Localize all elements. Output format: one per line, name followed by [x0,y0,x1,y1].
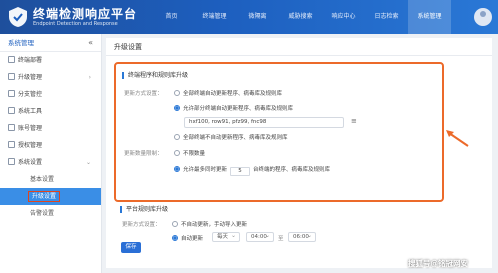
option-partial-auto[interactable]: 允许部分终端自动更新程序、病毒库及规则库 [174,104,293,112]
shield-logo-icon [9,7,27,27]
update-limit-label: 更新数量限制： [124,151,163,157]
upgrade-icon [8,73,15,80]
sidebar-item-label: 授权管理 [18,142,43,149]
chevron-right-icon: › [88,74,91,81]
sidebar-item-upgrade[interactable]: 升级管理 › [0,69,101,86]
app-title: 终端检测响应平台 [33,7,138,21]
annotation-arrow-icon [446,130,469,147]
start-time-select[interactable]: 04:00 [246,232,274,242]
radio-button[interactable] [172,221,178,227]
save-button[interactable]: 保存 [121,242,141,253]
sidebar-item-license[interactable]: 授权管理 [0,137,101,154]
option-all-auto[interactable]: 全部终端自动更新程序、病毒库及规则库 [174,89,282,97]
sidebar-item-label: 系统设置 [18,159,43,166]
option-manual-import[interactable]: 不自动更新，手动导入更新 [172,220,247,228]
section-title: 平台规则库升级 [120,206,168,213]
main-content: 升级设置 终端程序和规则库升级 更新方式设置： 全部终端自动更新程序、病毒库及规… [106,38,492,268]
nav-system-management[interactable]: 系统管理 [408,0,451,34]
radio-button[interactable] [174,134,180,140]
concurrency-input[interactable]: 5 [230,167,251,176]
sidebar-item-deploy[interactable]: 终端部署 [0,52,101,69]
app-subtitle: Endpoint Detection and Response [33,21,118,27]
endpoint-upgrade-panel: 终端程序和规则库升级 更新方式设置： 全部终端自动更新程序、病毒库及规则库 允许… [114,62,444,202]
settings-icon [8,158,15,165]
nav-threat-hunting[interactable]: 威胁搜索 [279,0,322,34]
radio-button-selected[interactable] [174,105,180,111]
top-nav: 首页 终端管理 微隔离 威胁搜索 响应中心 日志检索 系统管理 [150,0,451,34]
end-time-select[interactable]: 06:00 [288,232,316,242]
chevron-down-icon: ⌄ [85,159,91,166]
nav-endpoint-management[interactable]: 终端管理 [193,0,236,34]
watermark: 搜狐号@铭冠网安 [408,259,468,268]
sidebar-subitem-alert-settings[interactable]: 告警设置 [0,205,101,222]
sidebar-item-tools[interactable]: 系统工具 [0,103,101,120]
sidebar-subitem-basic-settings[interactable]: 基本设置 [0,171,101,188]
branch-icon [8,90,15,97]
sidebar: 系统管理 « 终端部署 升级管理 › 分支管控 系统工具 账号管理 授权管理 系… [0,34,102,273]
option-label: 全部终端自动更新程序、病毒库及规则库 [183,91,283,97]
sidebar-item-label: 账号管理 [18,125,43,132]
option-label: 允许部分终端自动更新程序、病毒库及规则库 [183,106,294,112]
nav-micro-isolation[interactable]: 微隔离 [236,0,279,34]
tools-icon [8,107,15,114]
collapse-sidebar-icon[interactable]: « [88,34,93,52]
license-icon [8,141,15,148]
radio-button[interactable] [174,150,180,156]
nav-response-center[interactable]: 响应中心 [322,0,365,34]
option-label: 允许最多同时更新 [183,167,228,173]
option-label: 不自动更新，手动导入更新 [181,222,248,228]
update-mode-label: 更新方式设置： [124,91,163,97]
sidebar-header: 系统管理 « [0,34,101,52]
endpoint-group-field[interactable]: hxf100, row91, pfz99, fnc98 [184,117,344,128]
radio-button-selected[interactable] [172,235,178,241]
nav-log-search[interactable]: 日志检索 [365,0,408,34]
option-unlimited[interactable]: 不限数量 [174,149,205,157]
sidebar-subitem-label: 升级设置 [27,191,61,202]
sidebar-item-account[interactable]: 账号管理 [0,120,101,137]
list-select-icon[interactable]: ≡ [351,117,357,125]
nav-home[interactable]: 首页 [150,0,193,34]
radio-button-selected[interactable] [174,166,180,172]
sidebar-item-label: 系统工具 [18,108,43,115]
sidebar-item-label: 分支管控 [18,91,43,98]
option-label: 自动更新 [181,236,204,242]
section-title: 终端程序和规则库升级 [122,72,188,79]
sidebar-title: 系统管理 [8,39,34,47]
sidebar-item-label: 升级管理 [18,74,43,81]
option-label: 台终端的程序、病毒库及规则库 [253,167,331,173]
sidebar-item-branch[interactable]: 分支管控 [0,86,101,103]
sidebar-item-settings[interactable]: 系统设置 ⌄ [0,154,101,171]
user-avatar[interactable] [474,8,492,26]
time-separator: 至 [278,236,284,242]
frequency-select[interactable]: 每天 [212,232,240,242]
deploy-icon [8,56,15,63]
radio-button[interactable] [174,90,180,96]
sidebar-subitem-upgrade-settings[interactable]: 升级设置 [0,188,101,205]
option-label: 全部终端不自动更新程序、病毒库及规则库 [183,135,288,141]
option-concurrency-limit[interactable]: 允许最多同时更新 5 台终端的程序、病毒库及规则库 [174,165,330,176]
option-auto-update[interactable]: 自动更新 [172,234,203,242]
page-title: 升级设置 [106,38,492,56]
platform-upgrade-section: 平台规则库升级 更新方式设置： 不自动更新，手动导入更新 自动更新 每天 04:… [114,206,444,256]
top-header: 终端检测响应平台 Endpoint Detection and Response… [0,0,498,34]
sidebar-item-label: 终端部署 [18,57,43,64]
option-label: 不限数量 [183,151,206,157]
account-icon [8,124,15,131]
option-none-auto[interactable]: 全部终端不自动更新程序、病毒库及规则库 [174,133,288,141]
platform-update-mode-label: 更新方式设置： [122,222,161,228]
